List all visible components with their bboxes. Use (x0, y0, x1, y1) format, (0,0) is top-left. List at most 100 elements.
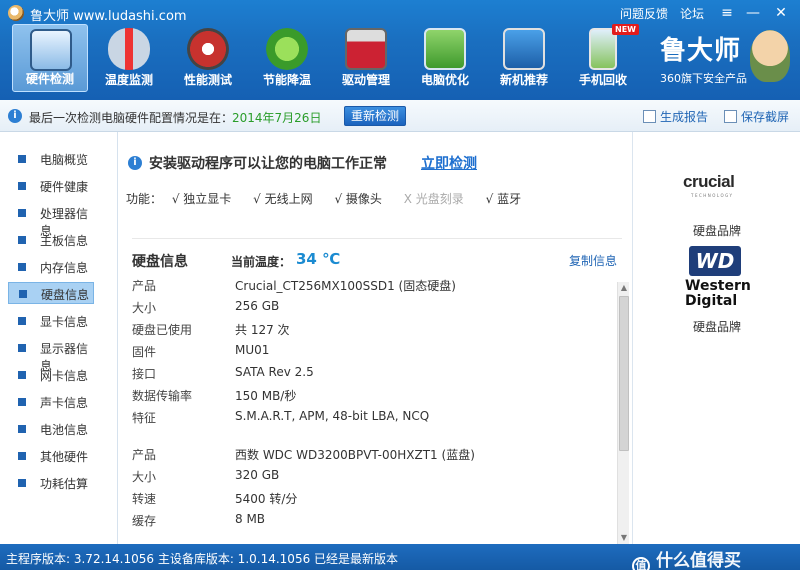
sidebar-item-other[interactable]: 其他硬件 (8, 445, 94, 467)
mascot-icon (750, 30, 790, 82)
sidebar-item-motherboard[interactable]: 主板信息 (8, 229, 94, 251)
bullet-icon (18, 182, 26, 190)
tool-label: 新机推荐 (499, 73, 548, 87)
scroll-up-icon[interactable]: ▲ (618, 282, 630, 294)
info-key: 硬盘已使用 (132, 323, 193, 337)
tool-performance[interactable]: 性能测试 (170, 24, 246, 92)
list-item: 大小 256 GB (132, 299, 616, 319)
info-key: 特征 (132, 411, 157, 425)
info-value: 8 MB (235, 512, 266, 526)
tool-label: 温度监测 (104, 73, 153, 87)
watermark: 值什么值得买 (632, 546, 741, 570)
driver-message: 安装驱动程序可以让您的电脑工作正常 (149, 156, 387, 172)
list-item: 固件 MU01 (132, 343, 616, 363)
sidebar-item-health[interactable]: 硬件健康 (8, 175, 94, 197)
temperature-label: 当前温度： (231, 255, 292, 269)
wd-wordmark-line2: Digital (685, 293, 738, 309)
list-item: 转速 5400 转/分 (132, 490, 616, 510)
detect-now-link[interactable]: 立即检测 (421, 153, 477, 173)
brand-subtitle: 360旗下安全产品 (660, 72, 747, 85)
function-disc-burn: X 光盘刻录 (403, 192, 464, 206)
feedback-link[interactable]: 问题反馈 (620, 5, 668, 22)
bullet-icon (18, 317, 26, 325)
scroll-down-icon[interactable]: ▼ (618, 532, 630, 544)
sidebar-item-memory[interactable]: 内存信息 (8, 256, 94, 278)
crucial-wordmark: crucial (683, 172, 735, 191)
sidebar-item-label: 电池信息 (40, 423, 89, 437)
list-item: 硬盘已使用 共 127 次 (132, 321, 616, 341)
info-value: 共 127 次 (235, 323, 290, 337)
bullet-icon (18, 209, 26, 217)
info-key: 大小 (132, 470, 157, 484)
redetect-button[interactable]: 重新检测 (344, 106, 406, 126)
toolbox-icon (345, 28, 387, 70)
sidebar-item-network[interactable]: 网卡信息 (8, 364, 94, 386)
tool-hardware-detect[interactable]: 硬件检测 (12, 24, 88, 92)
tool-temperature[interactable]: 温度监测 (91, 24, 167, 92)
sidebar-item-harddisk[interactable]: 硬盘信息 (8, 282, 94, 304)
tool-optimize[interactable]: 电脑优化 (407, 24, 483, 92)
tool-label: 手机回收 (578, 73, 627, 87)
sidebar-item-label: 硬盘信息 (41, 288, 90, 302)
sidebar-item-label: 声卡信息 (40, 396, 89, 410)
menu-button[interactable]: ≡ (716, 3, 738, 23)
bullet-icon (18, 479, 26, 487)
tool-label: 驱动管理 (341, 73, 390, 87)
sidebar-item-overview[interactable]: 电脑概览 (8, 148, 94, 170)
info-value: 320 GB (235, 468, 280, 482)
forum-link[interactable]: 论坛 (680, 5, 704, 22)
minimize-button[interactable]: — (742, 3, 764, 23)
list-item: 接口 SATA Rev 2.5 (132, 365, 616, 385)
info-key: 产品 (132, 279, 157, 293)
list-item: 产品 西数 WDC WD3200BPVT-00HXZT1 (蓝盘) (132, 446, 616, 466)
sidebar-item-gpu[interactable]: 显卡信息 (8, 310, 94, 332)
info-value: 5400 转/分 (235, 492, 298, 506)
last-detect-date: 2014年7月26日 (232, 111, 322, 125)
sidebar-item-cpu[interactable]: 处理器信息 (8, 202, 94, 238)
list-item: 大小 320 GB (132, 468, 616, 488)
brand-caption: 硬盘品牌 (692, 224, 741, 238)
temperature-value: 34 ℃ (296, 250, 341, 268)
app-logo-icon (8, 5, 24, 21)
scroll-thumb[interactable] (619, 296, 629, 451)
info-icon: i (8, 109, 22, 123)
list-item: 数据传输率 150 MB/秒 (132, 387, 616, 407)
tool-phone-recycle[interactable]: NEW 手机回收 (565, 24, 641, 92)
sidebar-item-power[interactable]: 功耗估算 (8, 472, 94, 494)
sidebar-item-battery[interactable]: 电池信息 (8, 418, 94, 440)
info-key: 缓存 (132, 514, 157, 528)
app-title: 鲁大师 www.ludashi.com (30, 9, 187, 24)
brand-area: 鲁大师 360旗下安全产品 (650, 30, 798, 92)
vertical-scrollbar[interactable]: ▲ ▼ (617, 282, 629, 544)
main-panel: i 安装驱动程序可以让您的电脑工作正常 立即检测 功能： √ 独立显卡 √ 无线… (118, 132, 632, 544)
tool-label: 性能测试 (183, 73, 232, 87)
info-value: 256 GB (235, 299, 280, 313)
bullet-icon (18, 371, 26, 379)
copy-info-link[interactable]: 复制信息 (569, 252, 617, 269)
tool-driver[interactable]: 驱动管理 (328, 24, 404, 92)
sidebar-item-label: 显卡信息 (40, 315, 89, 329)
info-key: 固件 (132, 345, 157, 359)
list-item: 产品 Crucial_CT256MX100SSD1 (固态硬盘) (132, 277, 616, 297)
tool-energy[interactable]: 节能降温 (249, 24, 325, 92)
bullet-icon (18, 425, 26, 433)
function-bluetooth: √ 蓝牙 (485, 192, 522, 206)
brand-name: 鲁大师 (660, 36, 742, 66)
info-value: Crucial_CT256MX100SSD1 (固态硬盘) (235, 279, 456, 293)
close-button[interactable]: ✕ (770, 3, 792, 23)
function-row: 功能： √ 独立显卡 √ 无线上网 √ 摄像头 X 光盘刻录 √ 蓝牙 (126, 190, 539, 207)
optimize-screen-icon (424, 28, 466, 70)
sidebar-item-sound[interactable]: 声卡信息 (8, 391, 94, 413)
sidebar-item-display[interactable]: 显示器信息 (8, 337, 94, 373)
function-discrete-gpu: √ 独立显卡 (171, 192, 232, 206)
bullet-icon (18, 263, 26, 271)
title-bar: 鲁大师 www.ludashi.com 问题反馈 论坛 ≡ — ✕ (0, 0, 800, 26)
bullet-icon (18, 452, 26, 460)
watermark-text: 什么值得买 (656, 551, 741, 570)
generate-report-button[interactable]: 生成报告 (643, 108, 708, 125)
save-screenshot-button[interactable]: 保存截屏 (724, 108, 789, 125)
sidebar-item-label: 功耗估算 (40, 477, 89, 491)
divider (132, 238, 622, 239)
tool-new-pc[interactable]: 新机推荐 (486, 24, 562, 92)
bullet-icon (18, 344, 26, 352)
